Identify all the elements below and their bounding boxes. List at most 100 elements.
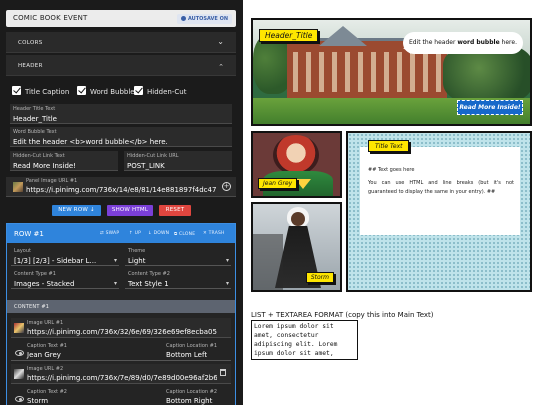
section-header[interactable]: HEADER ⌃ bbox=[6, 55, 236, 76]
dropdown-arrow-icon: ▾ bbox=[113, 257, 117, 264]
autosave-label: AUTOSAVE ON bbox=[187, 16, 228, 22]
trash-button[interactable]: ✕ TRASH bbox=[203, 231, 225, 236]
text-panel: Title Text ## Text goes here You can use… bbox=[346, 131, 532, 292]
hidden-cut-text-label: Hidden-Cut Link Text bbox=[13, 153, 65, 159]
dropdown-arrow-icon: ▾ bbox=[225, 257, 229, 264]
reset-button[interactable]: RESET bbox=[159, 205, 191, 216]
content-type-2-select[interactable]: Content Type #2 Text Style 1 ▾ bbox=[125, 269, 231, 289]
image-thumbnail bbox=[14, 369, 24, 379]
text-line-2: You can use HTML and line breaks (but it… bbox=[368, 180, 514, 195]
image-url-2-input[interactable]: https://i.pinimg.com/736x/7e/89/d0/7e89d… bbox=[27, 374, 217, 382]
checkbox-checked-icon bbox=[134, 86, 143, 95]
row-header: ROW #1 ⇄ SWAP ↑ UP ↓ DOWN ⧉ CLONE ✕ TRAS… bbox=[7, 224, 235, 243]
word-bubble-checkbox[interactable]: Word Bubble bbox=[77, 86, 135, 98]
caption-text-2-input[interactable]: Storm bbox=[27, 397, 48, 405]
section-colors[interactable]: COLORS ⌄ bbox=[6, 32, 236, 53]
content-type-1-label: Content Type #1 bbox=[14, 271, 56, 277]
caption-1-row: Caption Text #1 Jean Grey Caption Locati… bbox=[11, 341, 231, 361]
header-title-input[interactable]: Header_Title bbox=[13, 115, 57, 123]
text-title-caption: Title Text bbox=[368, 140, 410, 152]
hidden-cut-url-field[interactable]: Hidden-Cut Link URL POST_LINK bbox=[124, 151, 232, 171]
caption-location-1-select[interactable]: Bottom Left bbox=[166, 351, 207, 359]
header-title-field[interactable]: Header Title Text Header_Title bbox=[10, 104, 232, 124]
text-line-1: ## Text goes here bbox=[368, 167, 415, 173]
panel-image-url-field[interactable]: Panel Image URL #1 https://i.pinimg.com/… bbox=[6, 177, 236, 197]
section-header-label: HEADER bbox=[18, 63, 43, 69]
content-type-1-value: Images - Stacked bbox=[14, 280, 75, 288]
header-title-caption: Header_Title bbox=[259, 29, 319, 42]
theme-value: Light bbox=[128, 257, 146, 265]
add-circle-icon[interactable]: + bbox=[222, 182, 231, 191]
word-bubble-text-label: Word Bubble Text bbox=[13, 129, 57, 135]
caption-text-2-label: Caption Text #2 bbox=[27, 389, 67, 395]
caption-text-1-input[interactable]: Jean Grey bbox=[27, 351, 61, 359]
hidden-cut-checkbox[interactable]: Hidden-Cut bbox=[134, 86, 186, 98]
content-type-2-value: Text Style 1 bbox=[128, 280, 169, 288]
row-card: ROW #1 ⇄ SWAP ↑ UP ↓ DOWN ⧉ CLONE ✕ TRAS… bbox=[6, 223, 236, 405]
editor-panel: COMIC BOOK EVENT AUTOSAVE ON COLORS ⌄ HE… bbox=[0, 0, 243, 405]
header-title-label: Header Title Text bbox=[13, 106, 56, 112]
image-url-1-label: Image URL #1 bbox=[27, 320, 64, 326]
caption-location-2-label: Caption Location #2 bbox=[166, 389, 218, 395]
content-1-bar[interactable]: CONTENT #1 bbox=[7, 300, 235, 313]
chevron-up-icon: ⌃ bbox=[218, 63, 224, 71]
hidden-cut-url-input[interactable]: POST_LINK bbox=[127, 162, 165, 170]
jean-grey-figure bbox=[273, 135, 319, 175]
image-url-2-field[interactable]: Image URL #2 https://i.pinimg.com/736x/7… bbox=[11, 364, 231, 384]
app-title-bar: COMIC BOOK EVENT AUTOSAVE ON bbox=[6, 10, 236, 27]
checkbox-checked-icon bbox=[12, 86, 21, 95]
dropdown-arrow-icon: ▾ bbox=[225, 280, 229, 287]
word-bubble-label: Word Bubble bbox=[90, 88, 135, 96]
storm-face bbox=[291, 212, 305, 226]
content-type-2-label: Content Type #2 bbox=[128, 271, 170, 277]
header-panel: Header_Title Edit the header word bubble… bbox=[251, 18, 532, 126]
content-type-1-select[interactable]: Content Type #1 Images - Stacked ▾ bbox=[11, 269, 119, 289]
list-format-label: LIST + TEXTAREA FORMAT (copy this into M… bbox=[251, 311, 434, 319]
panel-image-url-label: Panel Image URL #1 bbox=[26, 178, 78, 184]
image-thumbnail bbox=[14, 323, 24, 333]
image-url-2-label: Image URL #2 bbox=[27, 366, 64, 372]
up-button[interactable]: ↑ UP bbox=[129, 231, 141, 236]
bubble-tail bbox=[403, 48, 411, 54]
hidden-cut-url-label: Hidden-Cut Link URL bbox=[127, 153, 179, 159]
caption-2-row: Caption Text #2 Storm Caption Location #… bbox=[11, 387, 231, 405]
eye-icon[interactable] bbox=[15, 350, 24, 356]
text-card: Title Text ## Text goes here You can use… bbox=[360, 140, 520, 235]
panel-image-url-input[interactable]: https://i.pinimg.com/736x/14/e8/81/14e88… bbox=[26, 186, 218, 194]
content-1-label: CONTENT #1 bbox=[14, 304, 50, 310]
hidden-cut-text-field[interactable]: Hidden-Cut Link Text Read More Inside! bbox=[10, 151, 118, 171]
down-button[interactable]: ↓ DOWN bbox=[148, 231, 169, 236]
chevron-down-icon: ⌄ bbox=[217, 37, 224, 46]
dropdown-arrow-icon: ▾ bbox=[113, 280, 117, 287]
caption-location-2-select[interactable]: Bottom Right bbox=[166, 397, 212, 405]
read-more-link[interactable]: Read More Inside! bbox=[457, 100, 523, 115]
row-title: ROW #1 bbox=[14, 230, 44, 238]
layout-select[interactable]: Layout [1/3] [2/3] - Sidebar L... ▾ bbox=[11, 246, 119, 266]
mansion-windows bbox=[293, 52, 443, 92]
show-html-button[interactable]: SHOW HTML bbox=[107, 205, 153, 216]
clone-button[interactable]: ⧉ CLONE bbox=[174, 231, 195, 237]
eye-icon[interactable] bbox=[15, 396, 24, 402]
hidden-cut-text-input[interactable]: Read More Inside! bbox=[13, 162, 76, 170]
section-colors-label: COLORS bbox=[18, 40, 43, 46]
bubble-bold-text: word bubble bbox=[457, 39, 500, 46]
word-bubble-input[interactable]: Edit the header <b>word bubble</b> here. bbox=[13, 138, 168, 146]
image-url-1-field[interactable]: Image URL #1 https://i.pinimg.com/736x/3… bbox=[11, 318, 231, 338]
theme-select[interactable]: Theme Light ▾ bbox=[125, 246, 231, 266]
autosave-toggle[interactable]: AUTOSAVE ON bbox=[176, 14, 232, 24]
caption-text-1-label: Caption Text #1 bbox=[27, 343, 67, 349]
title-caption-checkbox[interactable]: Title Caption bbox=[12, 86, 69, 98]
image-url-1-input[interactable]: https://i.pinimg.com/736x/32/6e/69/326e6… bbox=[27, 328, 229, 336]
new-row-button[interactable]: NEW ROW ↓ bbox=[52, 205, 101, 216]
swap-button[interactable]: ⇄ SWAP bbox=[100, 231, 119, 236]
trash-icon[interactable] bbox=[220, 369, 226, 376]
layout-label: Layout bbox=[14, 248, 31, 254]
list-format-textarea[interactable]: Lorem ipsum dolor sit amet, consectetur … bbox=[251, 320, 358, 360]
checkbox-checked-icon bbox=[77, 86, 86, 95]
header-options: Title Caption Word Bubble Hidden-Cut bbox=[6, 84, 236, 100]
storm-cape bbox=[253, 234, 283, 290]
bubble-text: Edit the header bbox=[409, 39, 458, 46]
storm-panel: Storm bbox=[251, 202, 342, 292]
word-bubble-field[interactable]: Word Bubble Text Edit the header <b>word… bbox=[10, 127, 232, 147]
header-word-bubble: Edit the header word bubble here. bbox=[403, 32, 523, 54]
